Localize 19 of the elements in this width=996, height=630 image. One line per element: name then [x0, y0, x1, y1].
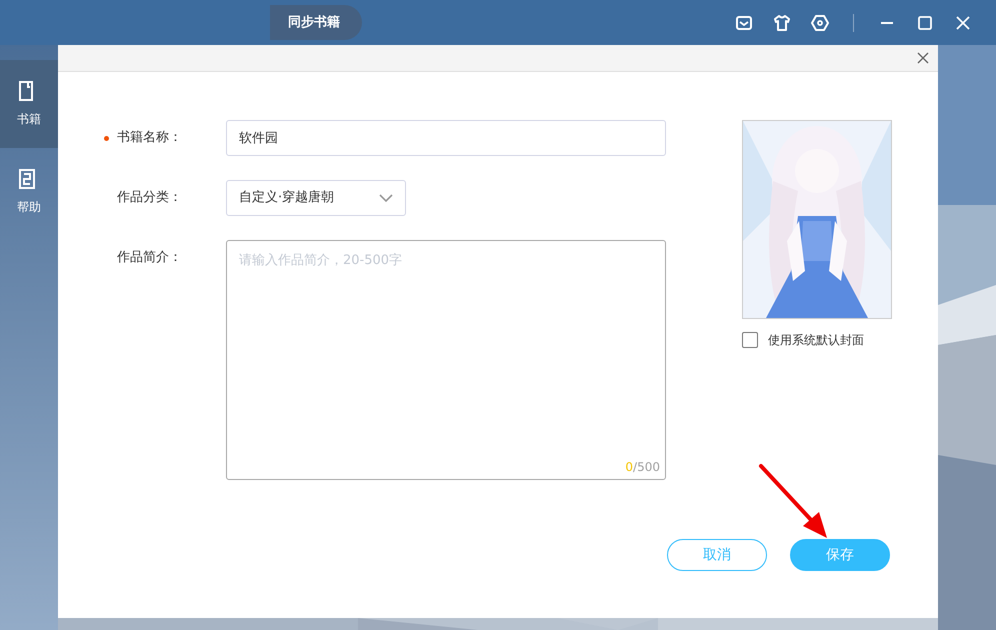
- maximize-icon[interactable]: [916, 14, 934, 32]
- chevron-down-icon: [379, 194, 393, 202]
- mail-icon[interactable]: [735, 14, 753, 32]
- close-icon[interactable]: [916, 51, 930, 65]
- sidebar-item[interactable]: 书籍: [0, 60, 58, 148]
- settings-icon[interactable]: [811, 14, 829, 32]
- checkbox[interactable]: [742, 332, 758, 348]
- sync-books-tab[interactable]: 同步书籍: [270, 4, 362, 40]
- field-label: 作品简介：: [117, 249, 182, 268]
- field-label: 作品分类：: [117, 189, 182, 208]
- book-name-field[interactable]: 软件园: [226, 120, 666, 156]
- sidebar-item[interactable]: 帮助: [0, 148, 58, 236]
- char-count: 0: [625, 459, 634, 476]
- field-label: 书籍名称：: [117, 129, 182, 148]
- category-dropdown[interactable]: 自定义·穿越唐朝: [226, 180, 406, 216]
- close-icon[interactable]: [954, 14, 972, 32]
- shirt-icon[interactable]: [773, 14, 791, 32]
- char-limit: /500: [633, 459, 660, 476]
- checkbox-label: 使用系统默认封面: [768, 332, 864, 349]
